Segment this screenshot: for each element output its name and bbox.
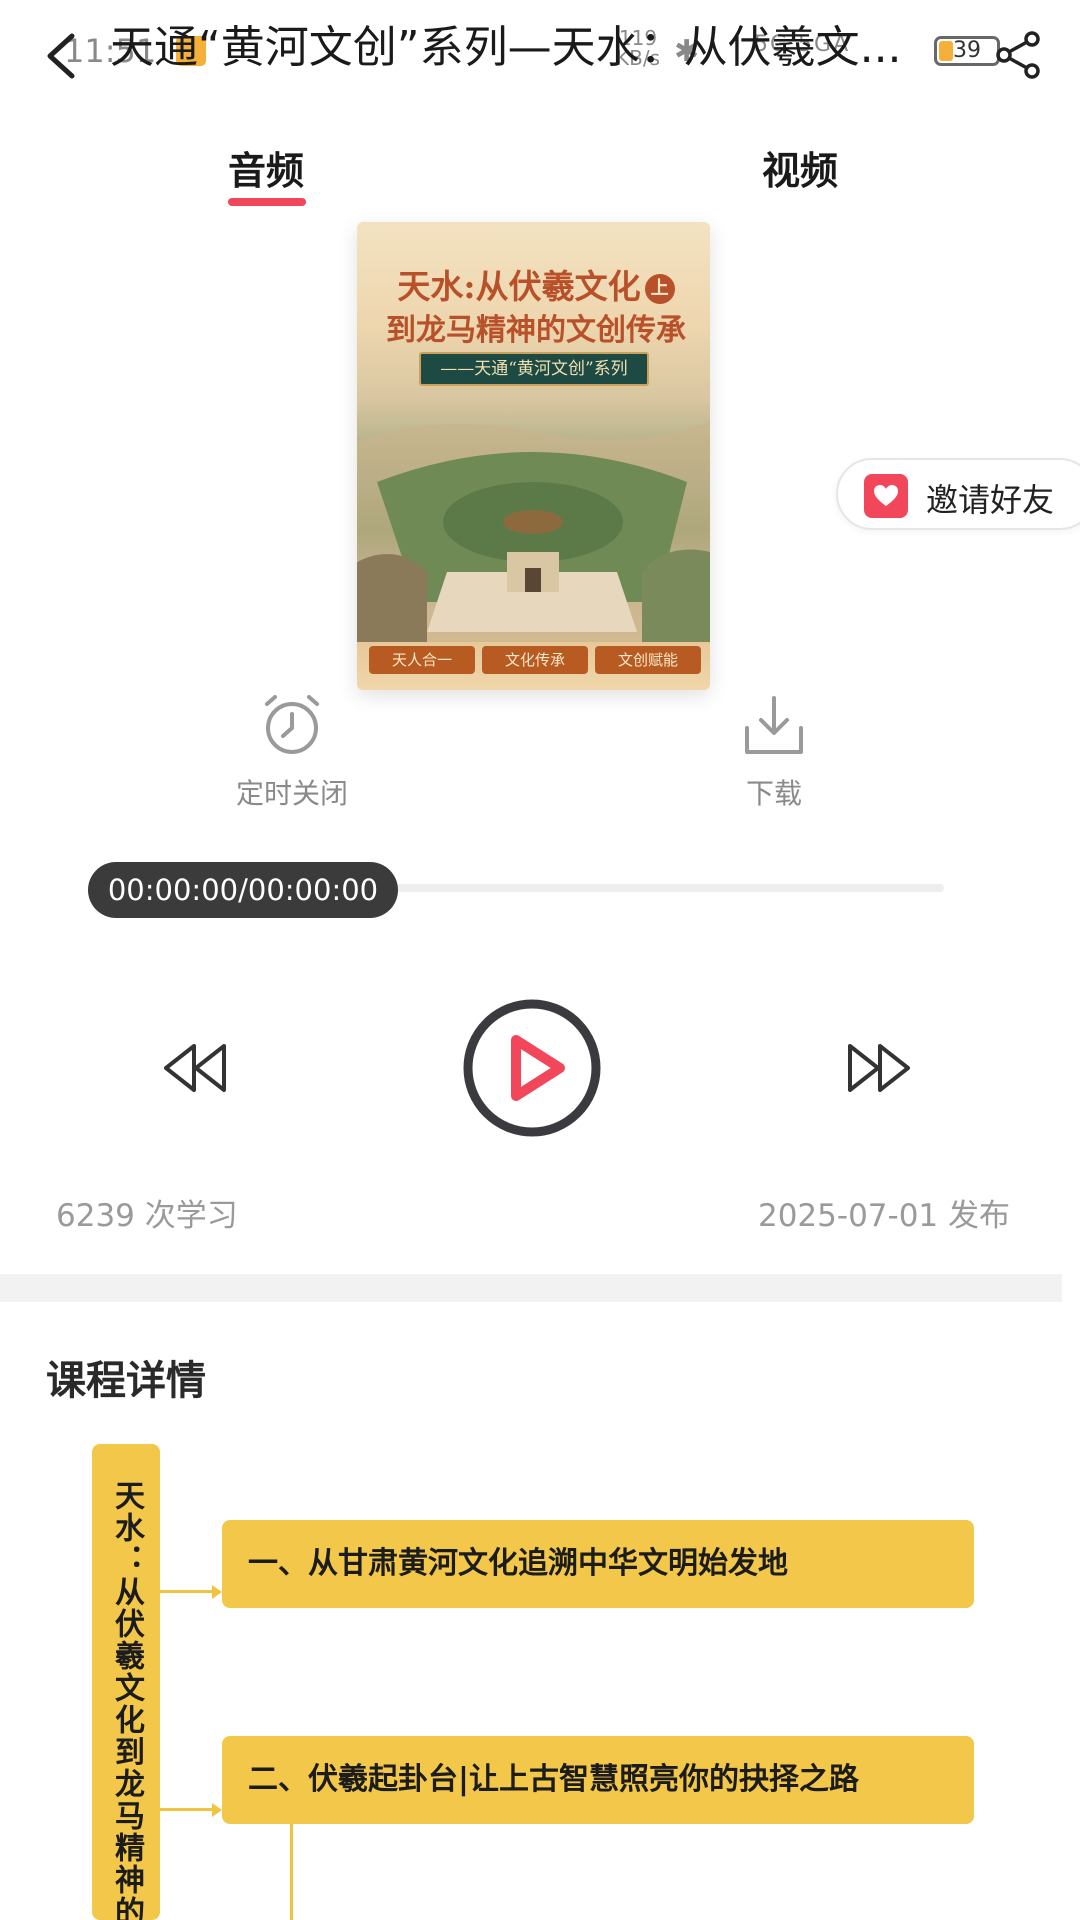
publish-date: 2025-07-01 发布 xyxy=(757,1198,1010,1234)
heart-envelope-icon xyxy=(864,474,908,518)
download-button[interactable]: 下载 xyxy=(684,692,864,822)
course-details-title: 课程详情 xyxy=(46,1358,206,1404)
mindmap-root-node: 天水：从伏羲文化到龙马精神的文 xyxy=(92,1444,160,1920)
mindmap-node: 一、从甘肃黄河文化追溯中华文明始发地 xyxy=(222,1520,974,1608)
timer-close-button[interactable]: 定时关闭 xyxy=(202,692,382,822)
course-cover-image: 天水:从伏羲文化上 到龙马精神的文创传承 ——天通“黄河文创”系列 天人合一 文… xyxy=(357,222,710,690)
share-icon[interactable] xyxy=(994,30,1044,80)
audio-course-page: 11:51 119 KB/s ✱ 5G 5GA 39 天通“黄河文创”系列—天水… xyxy=(0,0,1080,1920)
cover-subtitle: ——天通“黄河文创”系列 xyxy=(419,352,649,386)
cover-tags: 天人合一 文化传承 文创赋能 xyxy=(365,646,705,676)
cover-title-mark: 上 xyxy=(644,274,675,304)
progress-time-handle[interactable]: 00:00:00/00:00:00 xyxy=(88,862,398,918)
mindmap-node: 二、伏羲起卦台|让上古智慧照亮你的抉择之路 xyxy=(222,1736,974,1824)
download-icon xyxy=(745,696,803,754)
cover-tag: 文创赋能 xyxy=(595,646,701,674)
active-tab-indicator xyxy=(228,198,306,206)
fast-forward-icon[interactable] xyxy=(846,1040,912,1096)
invite-friends-label: 邀请好友 xyxy=(926,481,1055,519)
cover-landscape-illustration xyxy=(357,422,710,642)
mindmap-connector xyxy=(160,1808,214,1811)
timer-close-label: 定时关闭 xyxy=(235,777,348,810)
study-count: 6239 次学习 xyxy=(56,1198,238,1234)
section-divider xyxy=(0,1274,1062,1302)
mindmap-root-text: 天水：从伏羲文化到龙马精神的文 xyxy=(109,1480,144,1920)
download-label: 下载 xyxy=(745,777,802,810)
tab-video[interactable]: 视频 xyxy=(762,140,838,195)
cover-title: 天水:从伏羲文化上 到龙马精神的文创传承 xyxy=(371,266,701,352)
mindmap-connector xyxy=(160,1590,214,1593)
mindmap-arrow xyxy=(212,1585,222,1599)
top-bar: 11:51 119 KB/s ✱ 5G 5GA 39 天通“黄河文创”系列—天水… xyxy=(0,0,1080,110)
page-title: 天通“黄河文创”系列—天水：从伏羲文... xyxy=(110,22,902,73)
mindmap-arrow xyxy=(212,1803,222,1817)
play-icon[interactable] xyxy=(462,998,602,1138)
cover-tag: 天人合一 xyxy=(369,646,475,674)
tab-audio[interactable]: 音频 xyxy=(228,140,304,195)
cover-title-line1: 天水:从伏羲文化 xyxy=(397,267,641,306)
cover-tag: 文化传承 xyxy=(482,646,588,674)
alarm-clock-icon xyxy=(265,695,319,754)
cover-title-line2: 到龙马精神的文创传承 xyxy=(386,313,686,348)
mindmap-branch-line xyxy=(290,1824,293,1920)
rewind-icon[interactable] xyxy=(162,1040,228,1096)
invite-friends-button[interactable]: 邀请好友 xyxy=(836,458,1080,530)
